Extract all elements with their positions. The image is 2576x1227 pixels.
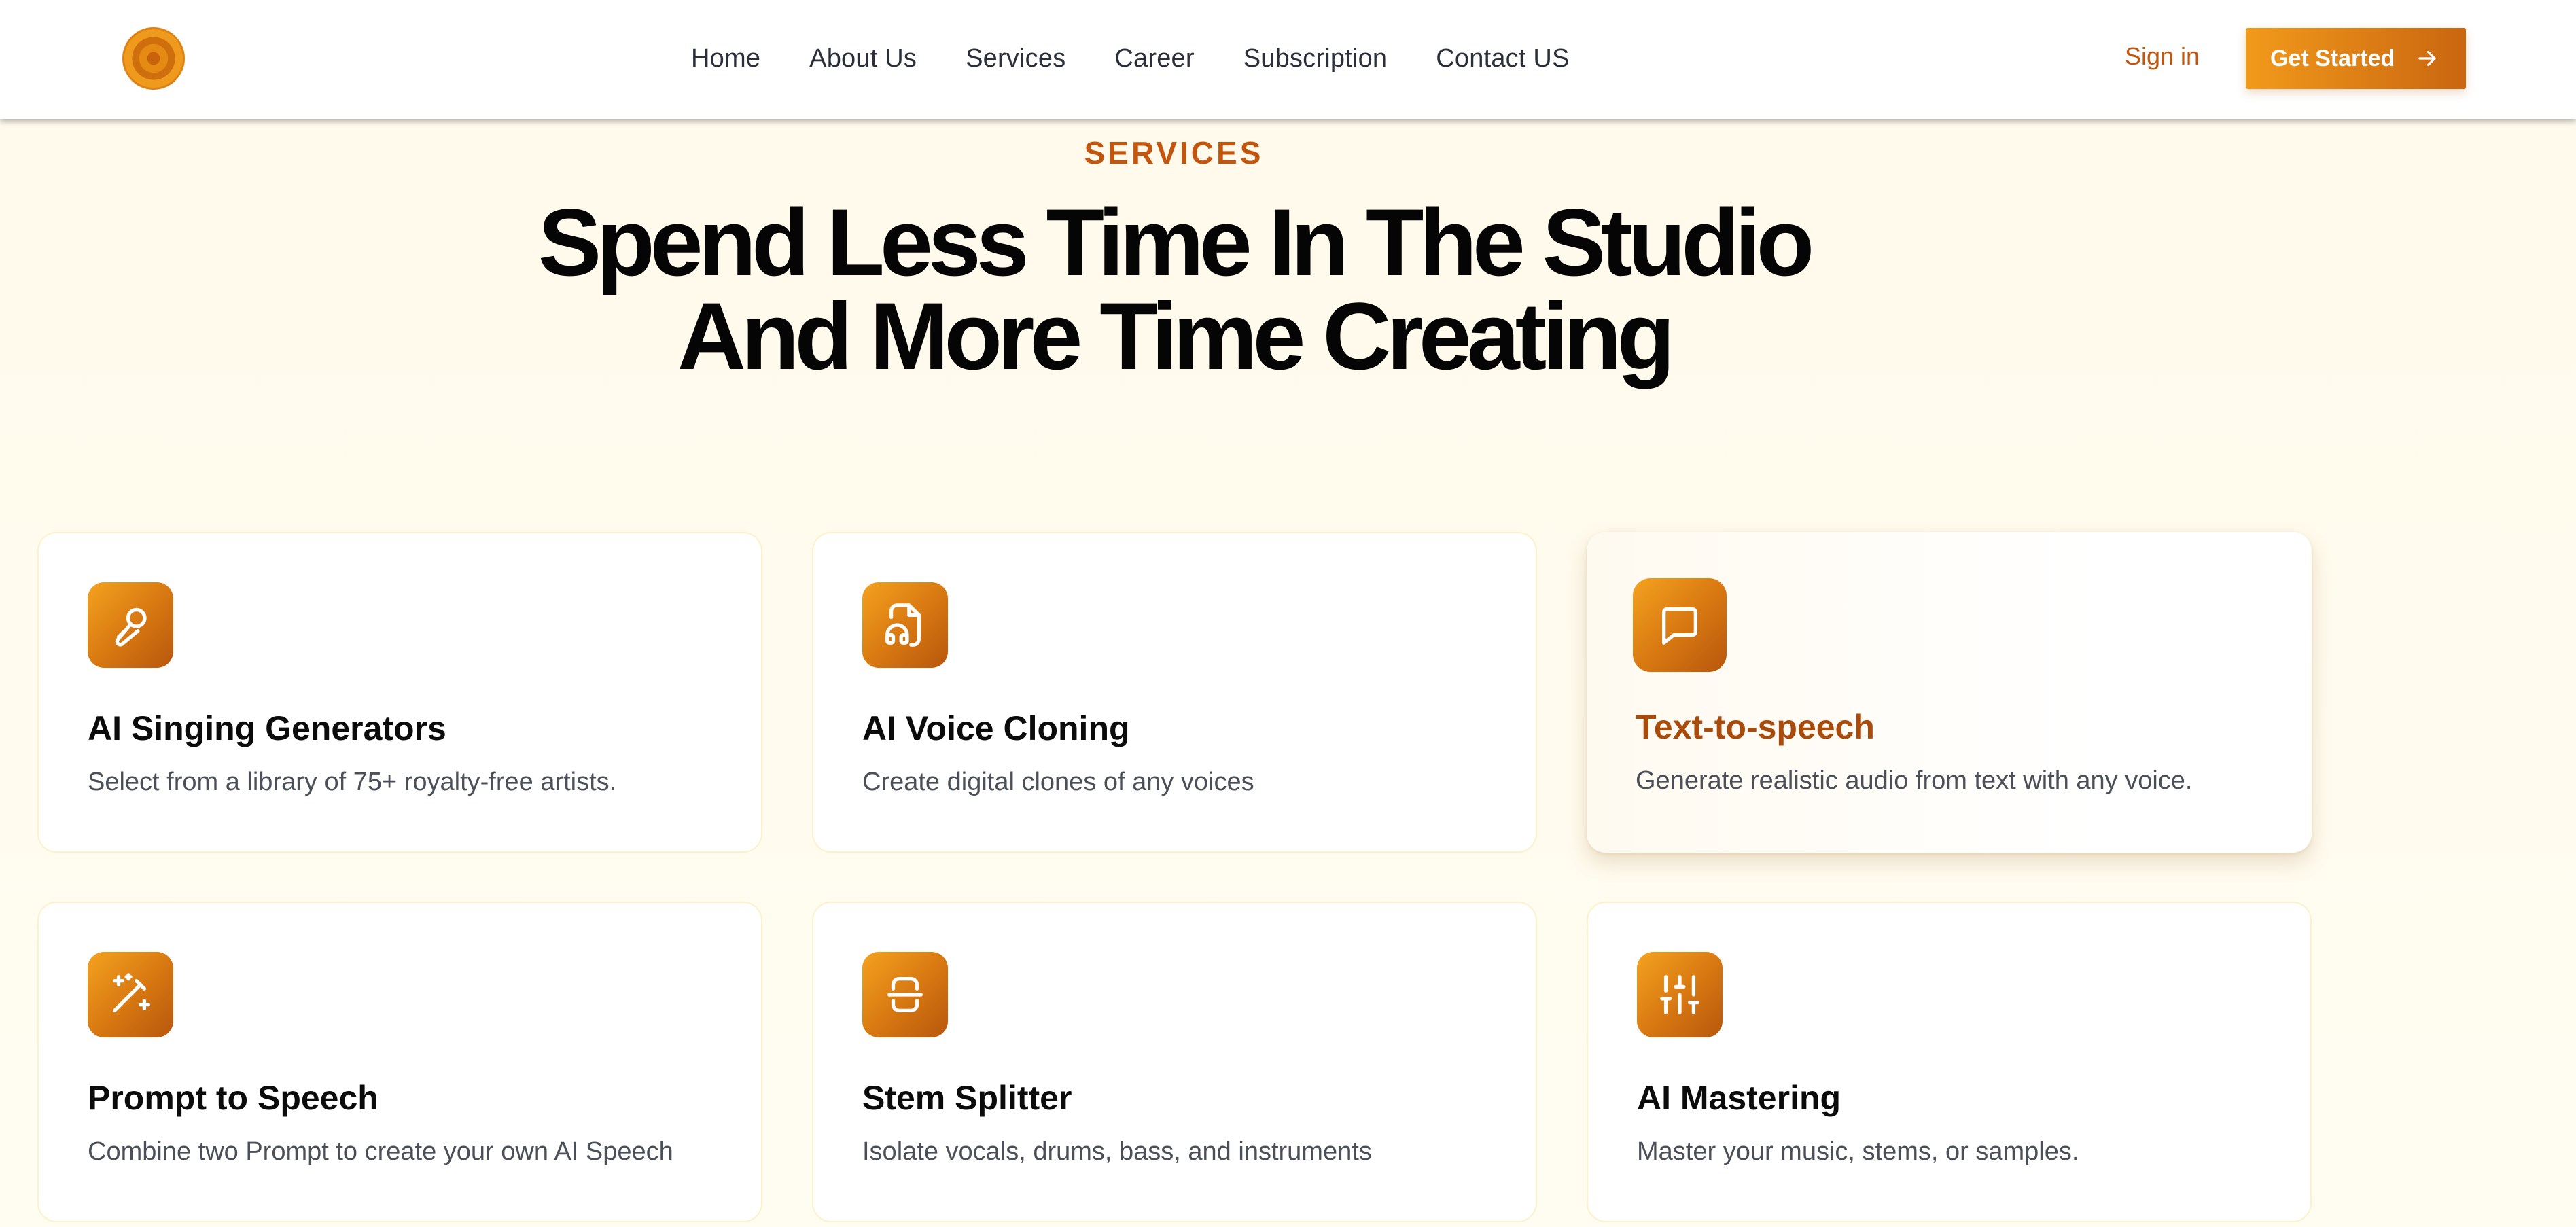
arrow-right-icon — [2418, 50, 2436, 67]
sign-in-link[interactable]: Sign in — [2125, 42, 2200, 71]
service-title: AI Voice Cloning — [862, 709, 1130, 747]
section-headline: Spend Less Time In The Studio And More T… — [0, 189, 2348, 389]
nav-contact-link[interactable]: Contact US — [1436, 44, 1569, 73]
magic-wand-icon — [113, 973, 150, 1012]
nav-career-link[interactable]: Career — [1114, 44, 1194, 73]
service-card-voice-cloning[interactable]: AI Voice Cloning Create digital clones o… — [812, 532, 1537, 853]
service-icon-tile — [88, 582, 173, 668]
site-header: Home About Us Services Career Subscripti… — [0, 0, 2576, 119]
headline-line-1: Spend Less Time In The Studio — [537, 189, 1814, 296]
service-title: Text-to-speech — [1636, 708, 1875, 746]
chat-bubble-icon — [1662, 607, 1697, 645]
service-card-mastering[interactable]: AI Mastering Master your music, stems, o… — [1587, 902, 2312, 1222]
get-started-button[interactable]: Get Started — [2246, 28, 2466, 89]
service-description: Isolate vocals, drums, bass, and instrum… — [862, 1137, 1372, 1166]
service-title: AI Mastering — [1637, 1079, 1841, 1117]
audio-file-icon — [885, 603, 921, 647]
service-description: Combine two Prompt to create your own AI… — [88, 1137, 673, 1166]
service-card-text-to-speech[interactable]: Text-to-speech Generate realistic audio … — [1587, 532, 2312, 853]
service-title: Prompt to Speech — [88, 1079, 378, 1117]
service-description: Generate realistic audio from text with … — [1636, 766, 2193, 795]
split-scan-icon — [887, 977, 923, 1012]
service-icon-tile — [862, 582, 948, 668]
service-card-prompt-to-speech[interactable]: Prompt to Speech Combine two Prompt to c… — [37, 902, 762, 1222]
service-card-stem-splitter[interactable]: Stem Splitter Isolate vocals, drums, bas… — [812, 902, 1537, 1222]
service-icon-tile — [1633, 578, 1727, 672]
nav-home-link[interactable]: Home — [691, 44, 760, 73]
service-icon-tile — [88, 952, 173, 1037]
nav-subscription-link[interactable]: Subscription — [1243, 44, 1388, 73]
service-icon-tile — [1637, 952, 1723, 1037]
sliders-icon — [1660, 975, 1699, 1014]
service-description: Create digital clones of any voices — [862, 768, 1254, 796]
headline-line-2: And More Time Creating — [677, 283, 1675, 389]
nav-about-link[interactable]: About Us — [809, 44, 917, 73]
service-title: AI Singing Generators — [88, 709, 446, 747]
nav-services-link[interactable]: Services — [966, 44, 1065, 73]
service-card-singing[interactable]: AI Singing Generators Select from a libr… — [37, 532, 762, 853]
service-icon-tile — [862, 952, 948, 1037]
section-eyebrow: SERVICES — [1084, 135, 1264, 171]
service-title: Stem Splitter — [862, 1079, 1072, 1117]
main-nav: Home About Us Services Career Subscripti… — [691, 39, 1570, 77]
get-started-label: Get Started — [2270, 45, 2395, 71]
service-description: Master your music, stems, or samples. — [1637, 1137, 2079, 1166]
disc-logo-icon[interactable] — [122, 27, 185, 90]
microphone-icon — [115, 607, 147, 647]
service-description: Select from a library of 75+ royalty-fre… — [88, 768, 617, 796]
